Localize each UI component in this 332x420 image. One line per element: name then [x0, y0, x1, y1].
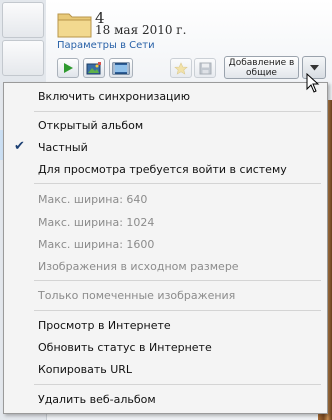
menu-item-public-album[interactable]: Открытый альбом: [38, 119, 143, 132]
menu-item-max-width-1600: Макс. ширина: 1600: [38, 238, 155, 251]
play-icon: [64, 63, 73, 73]
left-tab[interactable]: [2, 2, 44, 38]
slideshow-button[interactable]: [109, 58, 133, 78]
menu-item-copy-url[interactable]: Копировать URL: [38, 363, 132, 376]
menu-item-max-width-1024: Макс. ширина: 1024: [38, 216, 155, 229]
image-edit-icon: [86, 61, 101, 74]
share-dropdown-menu: Включить синхронизацию Открытый альбом ✔…: [3, 82, 328, 414]
menu-item-max-width-640: Макс. ширина: 640: [38, 193, 148, 206]
star-button[interactable]: [170, 58, 192, 78]
menu-separator: [34, 280, 321, 281]
checkmark-icon: ✔: [14, 139, 25, 154]
online-settings-link[interactable]: Параметры в Сети: [57, 40, 155, 51]
menu-item-private[interactable]: Частный: [38, 141, 88, 154]
star-icon: [174, 61, 188, 75]
play-button[interactable]: [57, 58, 79, 78]
album-date: 18 мая 2010 г.: [95, 23, 187, 37]
menu-item-flagged-only: Только помеченные изображения: [38, 289, 236, 302]
menu-item-view-online[interactable]: Просмотр в Интернете: [38, 319, 171, 332]
save-button[interactable]: [194, 58, 216, 78]
chevron-down-icon: [309, 64, 319, 70]
menu-separator: [34, 111, 321, 112]
share-button[interactable]: Добавление в общие: [224, 56, 299, 79]
menu-item-delete-web-album[interactable]: Удалить веб-альбом: [38, 393, 156, 406]
share-button-label-1: Добавление в: [228, 58, 295, 68]
menu-item-login-required[interactable]: Для просмотра требуется войти в систему: [38, 163, 287, 176]
image-edit-button[interactable]: [83, 58, 105, 78]
menu-item-refresh-status[interactable]: Обновить статус в Интернете: [38, 341, 212, 354]
menu-separator: [34, 310, 321, 311]
folder-icon: [57, 13, 92, 38]
album-header: 4 18 мая 2010 г. Параметры в Сети Добавл…: [46, 0, 332, 84]
save-icon: [199, 62, 211, 74]
slideshow-icon: [112, 62, 130, 74]
menu-separator: [34, 183, 321, 184]
menu-item-original-size: Изображения в исходном размере: [38, 260, 239, 273]
share-button-label-2: общие: [246, 68, 277, 78]
menu-separator: [34, 384, 321, 385]
left-tab[interactable]: [2, 40, 44, 76]
menu-item-enable-sync[interactable]: Включить синхронизацию: [38, 90, 190, 103]
mouse-cursor-icon: [306, 73, 320, 93]
